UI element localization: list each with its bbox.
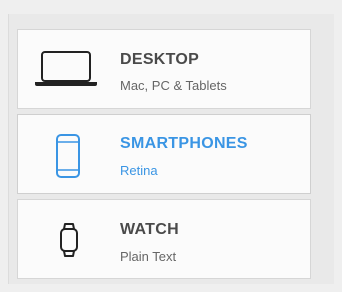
option-desktop[interactable]: DESKTOP Mac, PC & Tablets <box>17 29 311 109</box>
option-desktop-title: DESKTOP <box>120 51 200 68</box>
option-desktop-subtitle: Mac, PC & Tablets <box>120 78 227 93</box>
option-watch-title: WATCH <box>120 221 179 238</box>
option-smartphones-subtitle: Retina <box>120 163 158 178</box>
smartphone-icon <box>55 134 81 178</box>
option-smartphones[interactable]: SMARTPHONES Retina <box>17 114 311 194</box>
option-watch-subtitle: Plain Text <box>120 249 177 264</box>
laptop-icon <box>33 49 99 89</box>
watch-icon <box>58 222 80 258</box>
option-watch[interactable]: WATCH Plain Text <box>17 199 311 279</box>
option-smartphones-title: SMARTPHONES <box>120 135 248 152</box>
